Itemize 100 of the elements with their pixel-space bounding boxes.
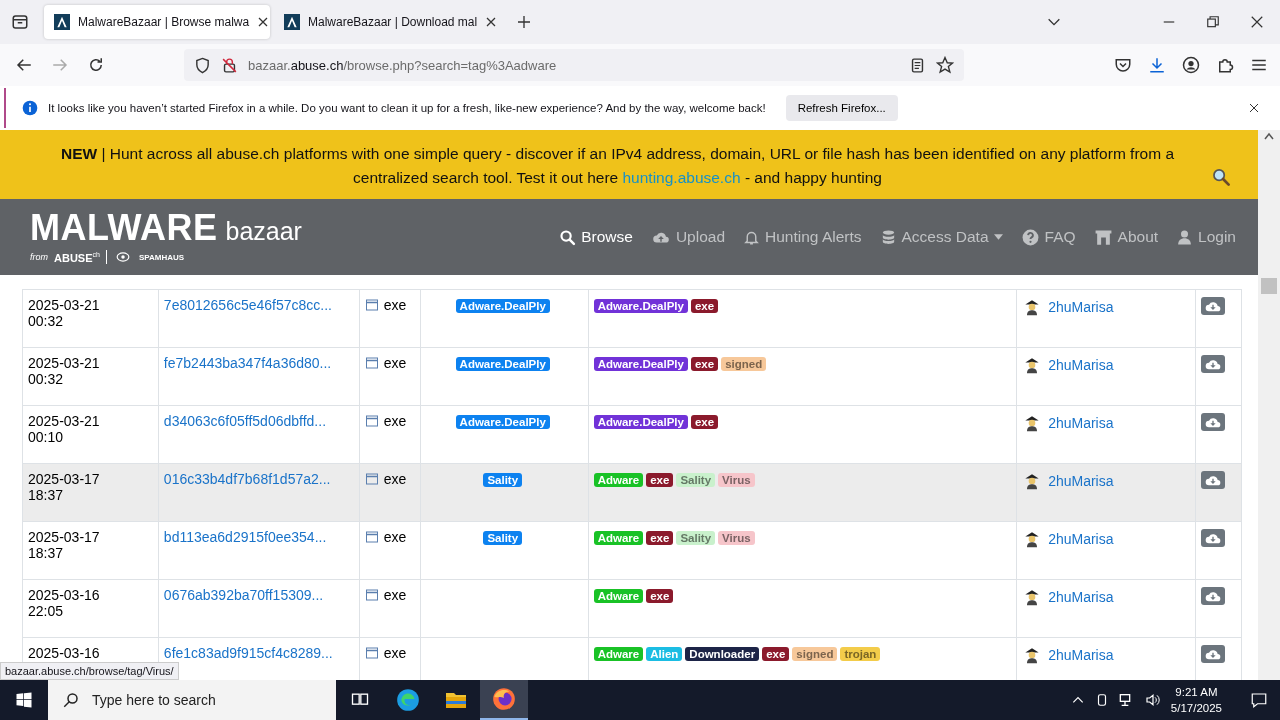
browser-tab[interactable]: MalwareBazaar | Download mal [274, 5, 500, 39]
tag[interactable]: exe [690, 357, 719, 371]
download-button[interactable] [1201, 471, 1225, 489]
tag[interactable]: Adware.DealPly [593, 415, 688, 429]
building-icon [1093, 227, 1113, 247]
tag[interactable]: Adware.DealPly [593, 299, 688, 313]
download-button[interactable] [1201, 355, 1225, 373]
account-icon[interactable] [1182, 56, 1200, 74]
download-button[interactable] [1201, 413, 1225, 431]
taskbar-search[interactable]: Type here to search [48, 680, 336, 720]
back-icon[interactable] [15, 56, 33, 74]
time-cell: 22:05 [28, 603, 64, 619]
tag[interactable]: exe [690, 415, 719, 429]
file-type: exe [383, 413, 407, 429]
notification-icon[interactable] [1250, 691, 1268, 709]
star-icon[interactable] [936, 56, 954, 74]
time-cell: 00:10 [28, 429, 64, 445]
tag[interactable]: exe [646, 473, 674, 487]
signature-tag[interactable]: Adware.DealPly [455, 357, 550, 371]
reporter-link[interactable]: 2huMarisa [1048, 415, 1114, 431]
scrollbar[interactable] [1258, 130, 1280, 680]
browser-icon[interactable] [395, 687, 421, 713]
taskbar-search-field[interactable]: Type here to search [90, 691, 314, 709]
nav-link[interactable]: Browse [559, 227, 633, 247]
nav-link[interactable]: Access Data [879, 227, 1003, 247]
date-cell: 2025-03-21 [28, 413, 100, 429]
clock-time[interactable]: 9:21 AM [1175, 684, 1218, 700]
tab-list-icon[interactable] [11, 13, 29, 31]
close-icon[interactable] [1248, 102, 1260, 114]
window-icon [364, 531, 379, 543]
nav-link[interactable]: About [1093, 227, 1159, 247]
tag[interactable]: Adware.DealPly [593, 357, 688, 371]
download-icon[interactable] [1148, 56, 1166, 74]
tag[interactable]: Sality [676, 531, 716, 545]
time-cell: 18:37 [28, 545, 64, 561]
tag[interactable]: Sality [676, 473, 716, 487]
tag[interactable]: signed [792, 647, 838, 661]
scroll-up-icon[interactable] [1264, 132, 1274, 140]
download-button[interactable] [1201, 529, 1225, 547]
reporter-link[interactable]: 2huMarisa [1048, 357, 1114, 373]
tag[interactable]: exe [646, 589, 674, 603]
window-icon [364, 473, 379, 485]
reporter-link[interactable]: 2huMarisa [1048, 531, 1114, 547]
scroll-thumb[interactable] [1261, 278, 1277, 294]
nav-link[interactable]: Upload [650, 227, 725, 247]
clock-date[interactable]: 5/17/2025 [1170, 700, 1222, 716]
signature-tag[interactable]: Adware.DealPly [455, 415, 550, 429]
firefox-icon[interactable] [491, 686, 517, 712]
logo-subtitle: bazaar [225, 217, 302, 246]
reporter-link[interactable]: 2huMarisa [1048, 589, 1114, 605]
nav-link[interactable]: Hunting Alerts [743, 227, 862, 247]
tag[interactable]: signed [721, 357, 767, 371]
download-button[interactable] [1201, 587, 1225, 605]
logo-icon [284, 14, 300, 30]
time-cell: 00:32 [28, 313, 64, 329]
reader-icon[interactable] [909, 56, 926, 74]
tag[interactable]: Virus [718, 531, 755, 545]
reporter-link[interactable]: 2huMarisa [1048, 299, 1114, 315]
reload-icon[interactable] [87, 56, 105, 74]
time-cell: 00:32 [28, 371, 64, 387]
tag[interactable]: Downloader [685, 647, 760, 661]
question-circle-icon [1020, 227, 1040, 247]
status-tooltip: bazaar.abuse.ch/browse/tag/Virus/ [0, 662, 179, 680]
reporter-link[interactable]: 2huMarisa [1048, 647, 1114, 663]
date-cell: 2025-03-17 [28, 471, 100, 487]
new-tab-icon[interactable] [516, 14, 532, 30]
tag[interactable]: exe [646, 531, 674, 545]
file-type: exe [383, 645, 407, 661]
date-cell: 2025-03-16 [28, 587, 100, 603]
close-icon[interactable] [1250, 15, 1264, 29]
file-type: exe [383, 471, 407, 487]
nav-link[interactable]: FAQ [1020, 227, 1076, 247]
browser-tab[interactable]: MalwareBazaar | Browse malwa [44, 5, 270, 39]
file-type: exe [383, 297, 407, 313]
close-icon[interactable] [257, 16, 270, 28]
refresh-button[interactable]: Refresh Firefox... [785, 95, 898, 121]
notification-text: It looks like you haven’t started Firefox in a while. Do you want to clean it up for a fresh, like-new experience? And by the way, welcome back! [48, 102, 766, 114]
puzzle-icon[interactable] [1216, 56, 1234, 74]
windows-icon[interactable] [15, 691, 33, 709]
window-icon [364, 589, 379, 601]
address-bar[interactable]: bazaar.abuse.ch/browse.php?search=tag%3Aadware [184, 49, 964, 81]
close-icon[interactable] [485, 16, 498, 28]
restore-icon[interactable] [1206, 15, 1220, 29]
logo-title: MALWARE [30, 210, 218, 246]
tag[interactable]: exe [690, 299, 719, 313]
download-button[interactable] [1201, 645, 1225, 663]
nav-link[interactable]: Login [1176, 227, 1236, 247]
speaker-icon[interactable] [1144, 692, 1161, 708]
signature-tag[interactable]: Sality [483, 531, 523, 545]
pocket-icon[interactable] [1114, 56, 1132, 74]
tag[interactable]: Virus [718, 473, 755, 487]
signature-tag[interactable]: Adware.DealPly [455, 299, 550, 313]
date-cell: 2025-03-16 [28, 645, 100, 661]
tag[interactable]: trojan [840, 647, 881, 661]
signature-tag[interactable]: Sality [483, 473, 523, 487]
tag[interactable]: exe [762, 647, 790, 661]
caret-icon [993, 234, 1003, 240]
reporter-link[interactable]: 2huMarisa [1048, 473, 1114, 489]
download-button[interactable] [1201, 297, 1225, 315]
window-icon [364, 415, 379, 427]
